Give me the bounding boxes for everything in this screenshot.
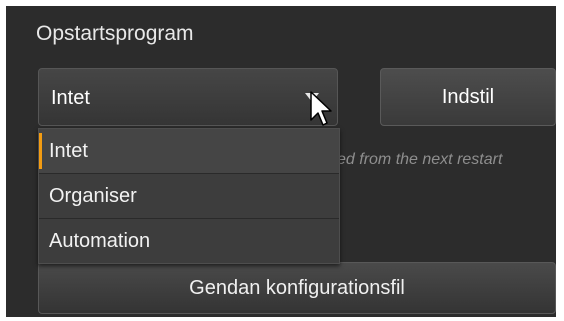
set-button[interactable]: Indstil <box>380 68 556 126</box>
restart-hint-text: ed from the next restart <box>337 151 503 168</box>
select-current-value: Intet <box>51 87 90 109</box>
dropdown-option-intet[interactable]: Intet <box>39 129 339 174</box>
dropdown-option-organiser[interactable]: Organiser <box>39 174 339 219</box>
restore-config-button[interactable]: Gendan konfigurationsfil <box>38 262 556 314</box>
startup-program-select[interactable]: Intet <box>38 68 338 126</box>
section-title: Opstartsprogram <box>36 22 194 45</box>
startup-program-dropdown-list: Intet Organiser Automation <box>38 128 340 264</box>
mouse-pointer-icon <box>310 91 332 126</box>
dropdown-option-automation[interactable]: Automation <box>39 219 339 264</box>
